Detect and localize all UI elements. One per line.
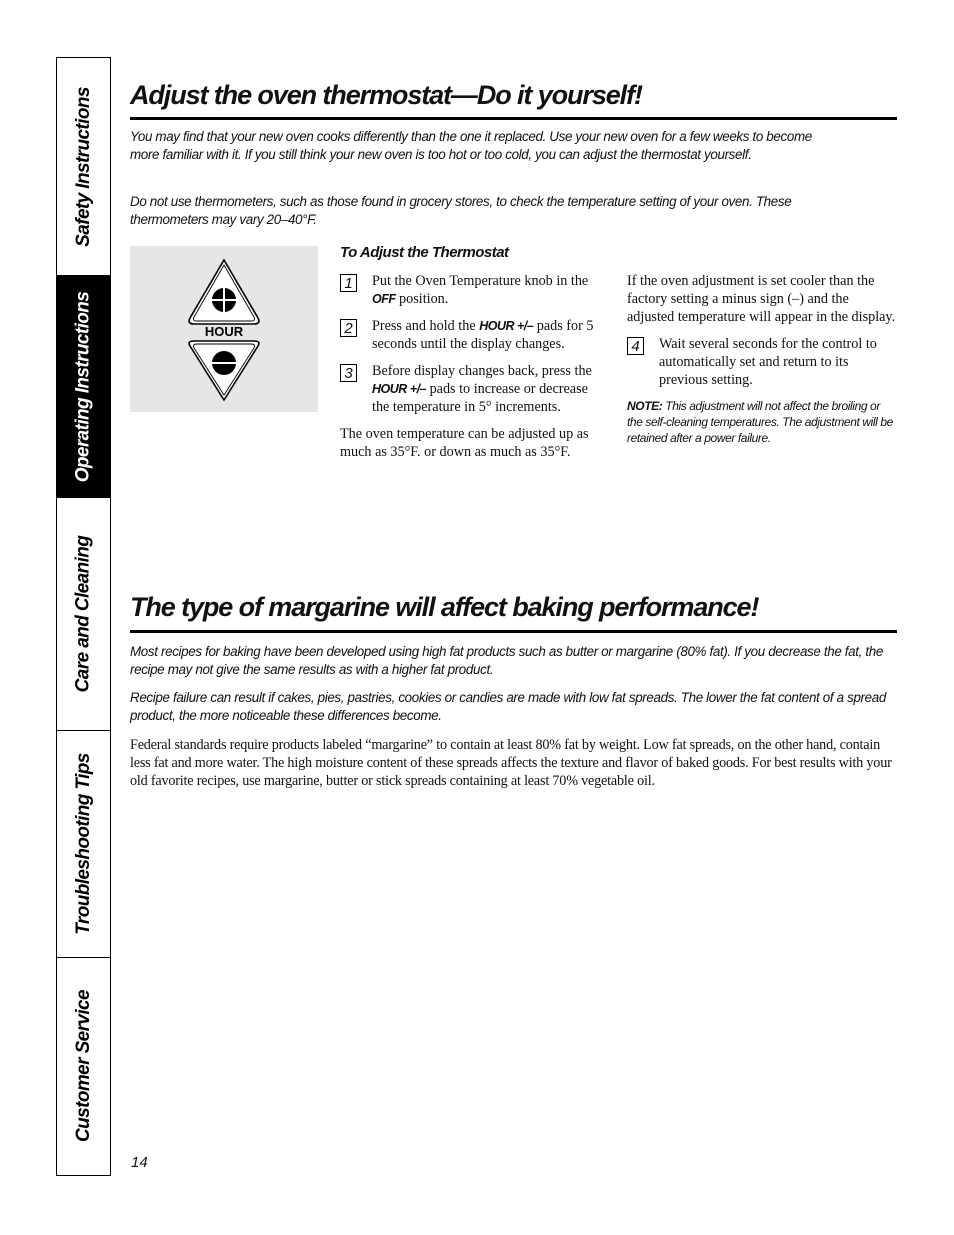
note: NOTE: This adjustment will not affect th… xyxy=(627,398,897,446)
title-rule xyxy=(130,630,897,633)
note-text: This adjustment will not affect the broi… xyxy=(627,399,893,445)
cooler-paragraph: If the oven adjustment is set cooler tha… xyxy=(627,273,896,325)
tab-label: Safety Instructions xyxy=(72,86,94,247)
steps-column-left: 1 Put the Oven Temperature knob in the O… xyxy=(340,272,605,470)
title-rule xyxy=(130,117,897,120)
tab-label: Operating Instructions xyxy=(72,291,94,482)
section-title-margarine: The type of margarine will affect baking… xyxy=(130,592,759,622)
step-number: 2 xyxy=(340,319,357,337)
step-number: 4 xyxy=(627,337,644,355)
tab-operating-instructions[interactable]: Operating Instructions xyxy=(57,275,110,497)
step-number: 1 xyxy=(340,274,357,292)
step-1: 1 Put the Oven Temperature knob in the O… xyxy=(340,272,605,308)
intro-paragraph: Most recipes for baking have been develo… xyxy=(130,644,883,678)
step-3: 3 Before display changes back, press the… xyxy=(340,362,605,416)
note-label: NOTE: xyxy=(627,399,663,413)
tab-safety-instructions[interactable]: Safety Instructions xyxy=(57,58,110,275)
body-paragraph: Federal standards require products label… xyxy=(130,737,892,790)
range-paragraph: The oven temperature can be adjusted up … xyxy=(340,426,589,460)
intro-paragraph: Do not use thermometers, such as those f… xyxy=(130,194,792,228)
tab-customer-service[interactable]: Customer Service xyxy=(57,957,110,1174)
tab-label: Troubleshooting Tips xyxy=(72,753,94,935)
hour-label: HOUR xyxy=(205,324,244,339)
intro-paragraph: You may find that your new oven cooks di… xyxy=(130,129,812,163)
section-title-thermostat: Adjust the oven thermostat—Do it yoursel… xyxy=(130,80,643,110)
hour-minus-pad-icon xyxy=(188,340,260,402)
intro-paragraph: Recipe failure can result if cakes, pies… xyxy=(130,690,886,724)
tab-label: Customer Service xyxy=(72,990,94,1142)
keyword: HOUR +/– xyxy=(479,319,534,333)
steps-column-right: If the oven adjustment is set cooler tha… xyxy=(627,272,897,446)
hour-plus-pad-icon xyxy=(188,258,260,325)
tab-care-and-cleaning[interactable]: Care and Cleaning xyxy=(57,497,110,730)
step-4: 4 Wait several seconds for the control t… xyxy=(627,335,897,389)
subheading-to-adjust: To Adjust the Thermostat xyxy=(340,244,509,261)
tab-troubleshooting-tips[interactable]: Troubleshooting Tips xyxy=(57,730,110,957)
step-number: 3 xyxy=(340,364,357,382)
keyword: HOUR +/– xyxy=(372,382,427,396)
keyword: OFF xyxy=(372,292,396,306)
page-number: 14 xyxy=(131,1154,148,1171)
step-2: 2 Press and hold the HOUR +/– pads for 5… xyxy=(340,317,605,353)
tab-label: Care and Cleaning xyxy=(72,535,94,693)
section-tabs: Safety Instructions Operating Instructio… xyxy=(56,57,111,1176)
hour-pad-illustration: HOUR xyxy=(130,246,318,412)
